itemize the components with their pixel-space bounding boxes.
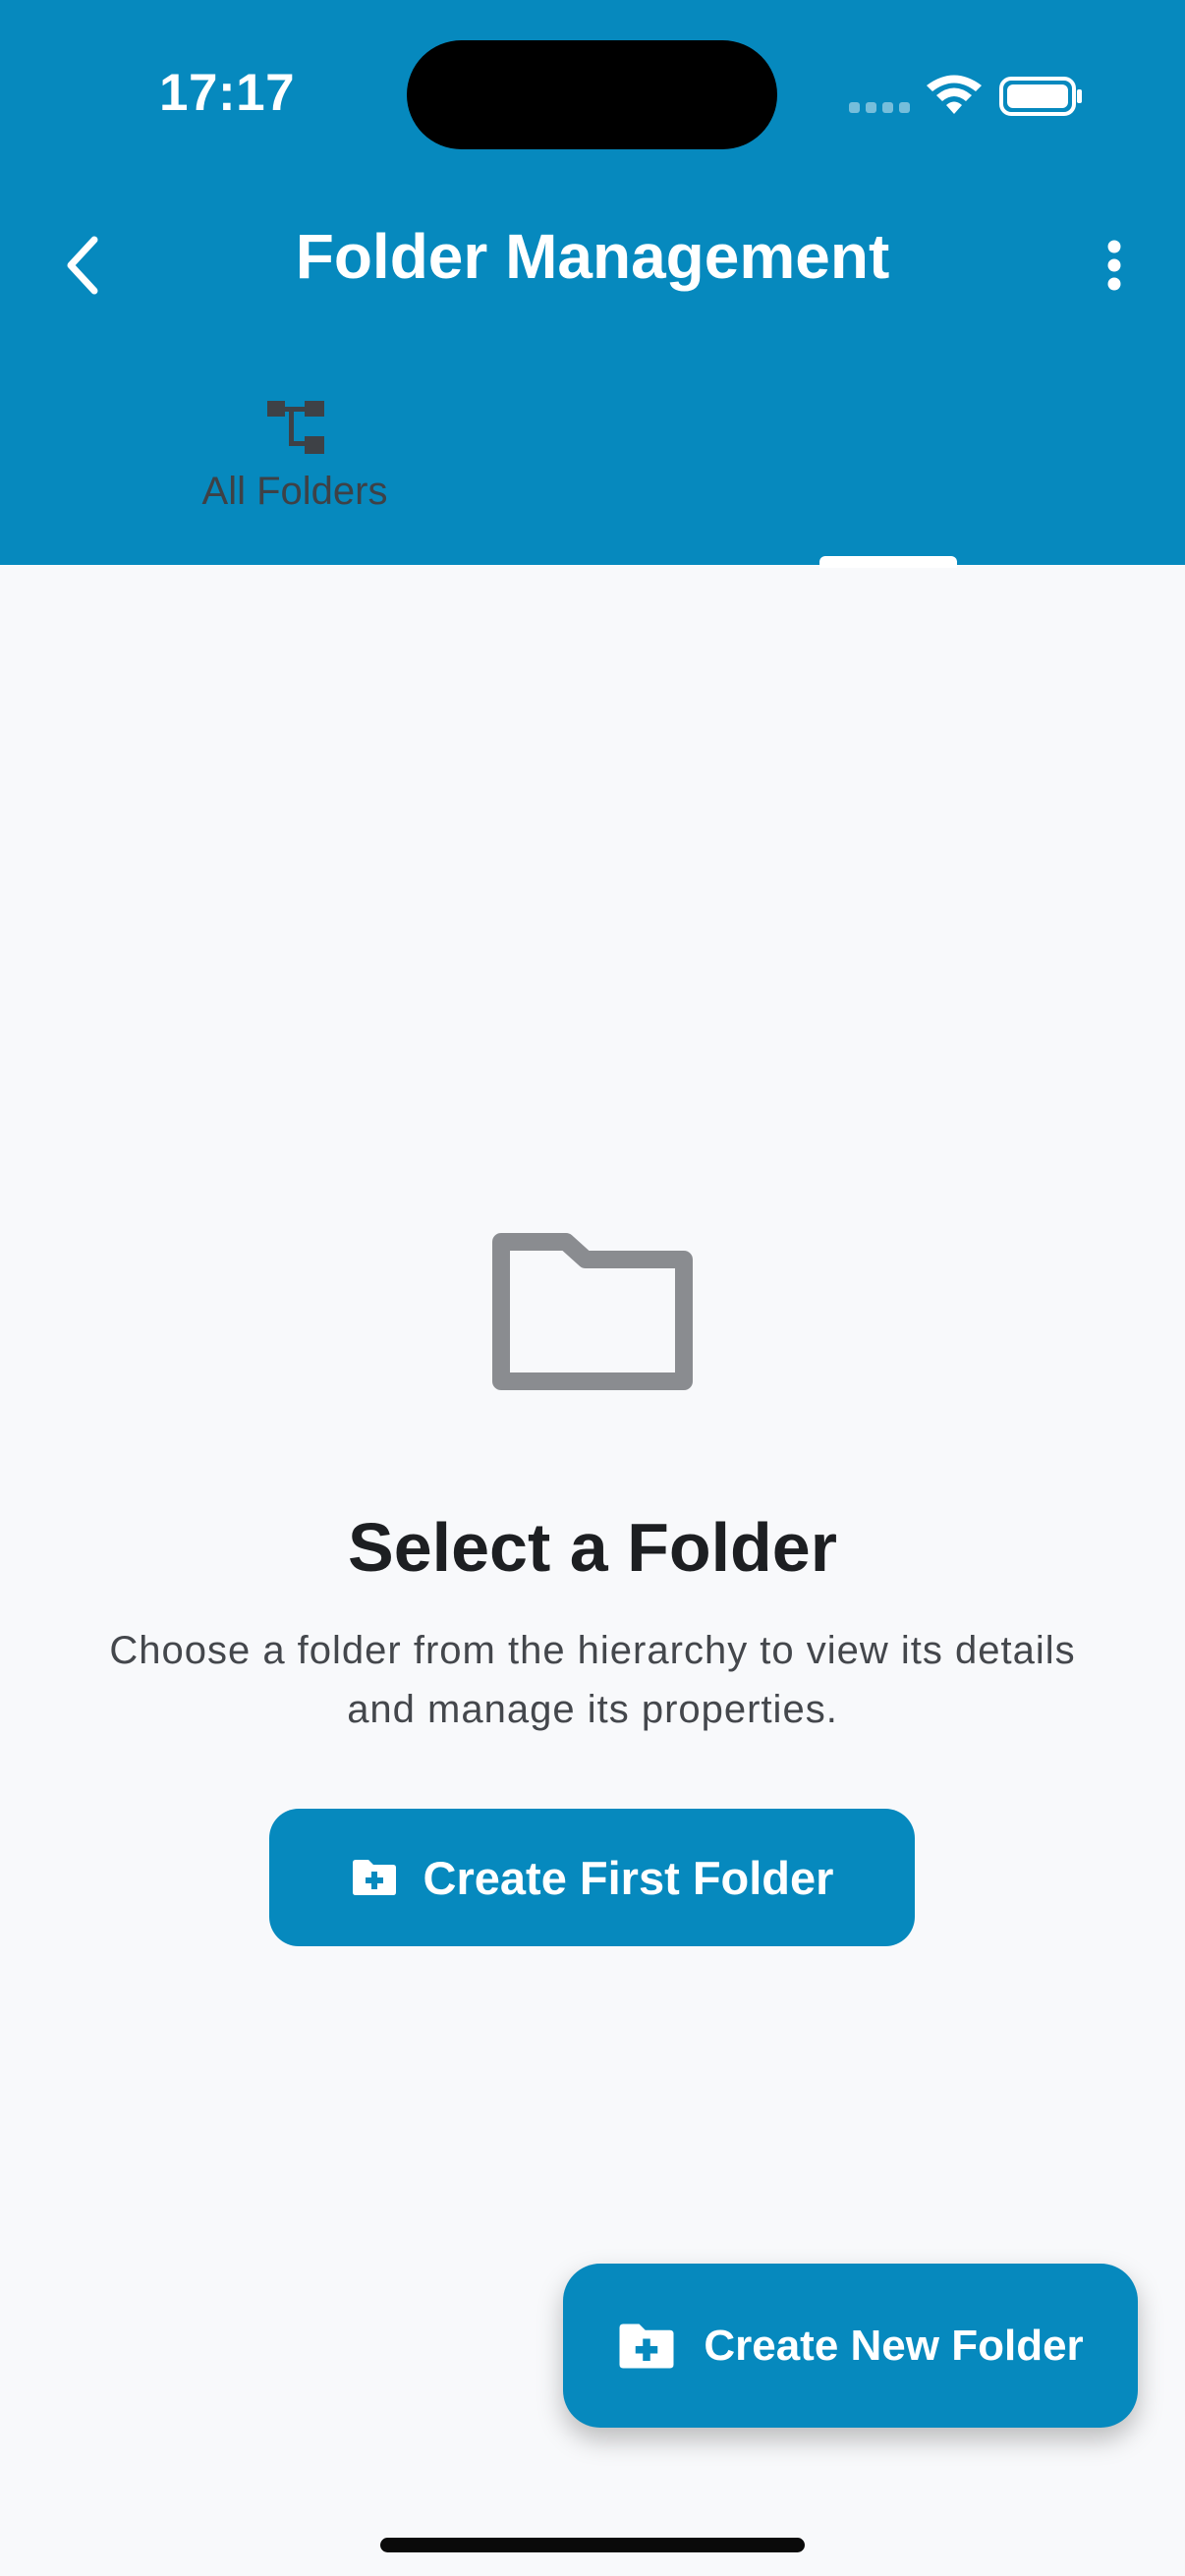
tab-indicator	[819, 556, 957, 568]
more-vertical-icon	[1107, 240, 1121, 291]
cellular-signal-icon	[849, 102, 910, 113]
folder-plus-icon	[352, 1860, 396, 1895]
battery-icon	[999, 77, 1082, 116]
empty-state-description: Choose a folder from the hierarchy to vi…	[109, 1629, 1076, 1731]
wifi-icon	[927, 75, 982, 114]
more-options-button[interactable]	[1093, 224, 1136, 307]
button-label: Create First Folder	[423, 1851, 834, 1904]
create-new-folder-fab[interactable]: Create New Folder	[563, 2264, 1138, 2428]
fab-label: Create New Folder	[704, 2321, 1084, 2370]
folder-plus-icon	[619, 2324, 674, 2368]
app-header: 17:17 Folder Management All Folders	[0, 0, 1185, 568]
home-indicator[interactable]	[380, 2538, 805, 2552]
tab-label: All Folders	[201, 470, 388, 513]
folder-tree-icon	[267, 401, 324, 454]
dynamic-island	[407, 40, 777, 149]
status-time: 17:17	[159, 64, 296, 122]
create-first-folder-button[interactable]: Create First Folder	[269, 1809, 915, 1946]
folder-outline-icon	[492, 1233, 693, 1390]
tab-all-folders[interactable]: All Folders	[177, 389, 413, 527]
page-title: Folder Management	[295, 221, 890, 292]
empty-state-title: Select a Folder	[348, 1509, 837, 1586]
